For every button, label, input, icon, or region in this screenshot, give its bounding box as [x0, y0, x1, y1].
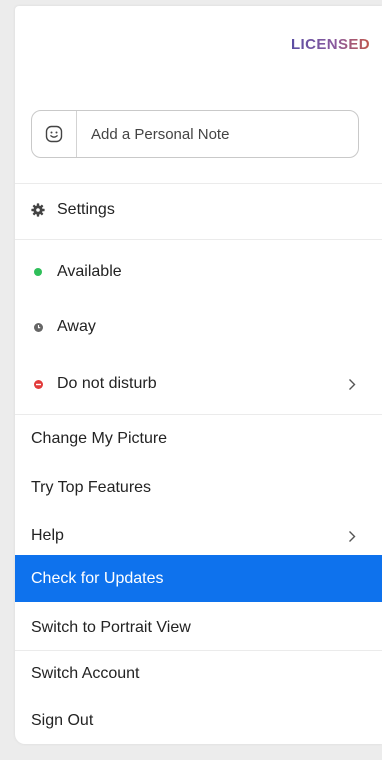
divider — [15, 239, 382, 240]
menu-item-label: Try Top Features — [31, 479, 152, 496]
profile-menu: LICENSED Add a Personal Note Settings Av… — [15, 6, 382, 744]
status-do-not-disturb[interactable]: Do not disturb — [15, 363, 382, 405]
chevron-right-icon — [347, 377, 357, 391]
menu-item-change-picture[interactable]: Change My Picture — [15, 418, 382, 460]
menu-item-sign-out[interactable]: Sign Out — [15, 700, 382, 742]
menu-item-label: Available — [57, 263, 122, 280]
menu-item-top-features[interactable]: Try Top Features — [15, 467, 382, 509]
menu-item-label: Help — [31, 527, 64, 544]
divider — [15, 183, 382, 184]
personal-note-input[interactable] — [91, 125, 331, 143]
menu-item-portrait-view[interactable]: Switch to Portrait View — [15, 607, 382, 649]
menu-item-label: Switch Account — [31, 665, 140, 682]
personal-note-field[interactable] — [31, 110, 359, 158]
menu-item-label: Settings — [57, 201, 115, 218]
gear-icon — [31, 203, 45, 217]
status-available[interactable]: Available — [15, 251, 382, 293]
minus-dot-icon — [31, 379, 45, 389]
smiley-icon — [45, 125, 63, 143]
divider — [15, 414, 382, 415]
menu-item-settings[interactable]: Settings — [15, 189, 382, 231]
clock-dot-icon — [31, 322, 45, 332]
status-away[interactable]: Away — [15, 306, 382, 348]
menu-item-check-updates[interactable]: Check for Updates — [15, 555, 382, 602]
menu-item-help[interactable]: Help — [15, 515, 382, 557]
menu-item-label: Away — [57, 318, 96, 335]
licensed-badge: LICENSED — [290, 36, 370, 53]
menu-item-label: Do not disturb — [57, 375, 157, 392]
menu-item-label: Change My Picture — [31, 430, 168, 447]
divider — [15, 650, 382, 651]
menu-item-label: Switch to Portrait View — [31, 619, 191, 636]
menu-item-label: Check for Updates — [31, 569, 164, 587]
menu-item-switch-account[interactable]: Switch Account — [15, 653, 382, 695]
emoji-button[interactable] — [32, 111, 77, 157]
menu-item-label: Sign Out — [31, 712, 94, 729]
chevron-right-icon — [347, 529, 357, 543]
green-dot-icon — [31, 268, 45, 276]
